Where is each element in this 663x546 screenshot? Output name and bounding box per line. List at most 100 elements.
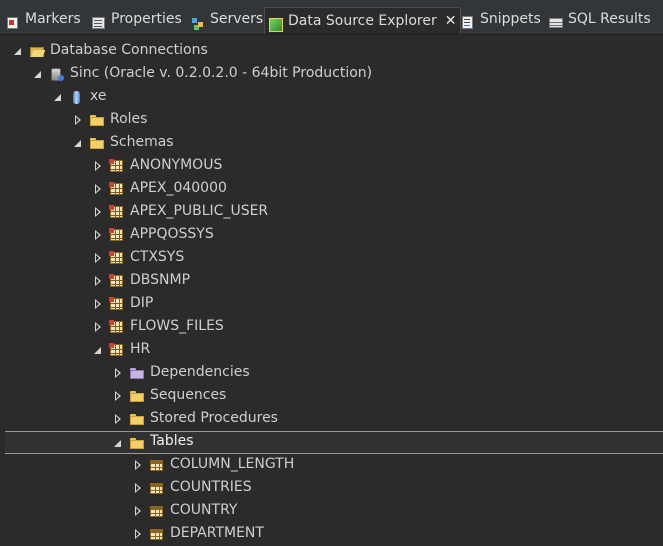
tree-item-schema[interactable]: ANONYMOUS <box>0 155 663 178</box>
tree-item-label: APEX_040000 <box>130 180 227 196</box>
data-source-explorer-icon <box>269 18 283 32</box>
collapsed-arrow-icon[interactable] <box>92 252 104 264</box>
tab-label: SQL Results <box>568 11 651 27</box>
collapsed-arrow-icon[interactable] <box>92 321 104 333</box>
tree-item-schema[interactable]: APPQOSSYS <box>0 224 663 247</box>
collapsed-arrow-icon[interactable] <box>92 160 104 172</box>
collapsed-arrow-icon[interactable] <box>92 183 104 195</box>
tree-item-dependencies[interactable]: Dependencies <box>0 362 663 385</box>
properties-icon <box>92 16 106 30</box>
schema-icon <box>109 297 125 312</box>
snippets-icon <box>461 16 475 30</box>
tab-properties[interactable]: Properties <box>92 9 182 29</box>
collapsed-arrow-icon[interactable] <box>132 505 144 517</box>
tree-item-label: ANONYMOUS <box>130 157 223 173</box>
folder-icon <box>89 113 105 128</box>
tab-sql-results[interactable]: SQL Results <box>549 9 651 29</box>
expanded-arrow-icon[interactable] <box>32 68 44 80</box>
tree-item-label: Dependencies <box>150 364 250 380</box>
tab-label: Properties <box>111 11 182 27</box>
view-tab-bar: Markers Properties Servers Data Source E… <box>0 0 663 35</box>
tree-item-label: DEPARTMENT <box>170 525 264 541</box>
collapsed-arrow-icon[interactable] <box>92 298 104 310</box>
tree-item-label: Sinc (Oracle v. 0.2.0.2.0 - 64bit Produc… <box>70 65 373 81</box>
collapsed-arrow-icon[interactable] <box>92 229 104 241</box>
tree-item-label: Stored Procedures <box>150 410 278 426</box>
schema-icon <box>109 159 125 174</box>
table-icon <box>149 527 165 542</box>
collapsed-arrow-icon[interactable] <box>92 206 104 218</box>
collapsed-arrow-icon[interactable] <box>92 275 104 287</box>
tree-item-schema[interactable]: APEX_040000 <box>0 178 663 201</box>
tree-item-schema[interactable]: FLOWS_FILES <box>0 316 663 339</box>
tree-item-database-connections[interactable]: Database Connections <box>0 40 663 63</box>
collapsed-arrow-icon[interactable] <box>132 459 144 471</box>
tree-item-label: COUNTRIES <box>170 479 252 495</box>
expanded-arrow-icon[interactable] <box>112 437 124 449</box>
tree-item-table[interactable]: COLUMN_LENGTH <box>0 454 663 477</box>
folder-icon <box>129 412 145 427</box>
tree-item-label: DIP <box>130 295 154 311</box>
schema-icon <box>109 320 125 335</box>
tree-item-label: APPQOSSYS <box>130 226 214 242</box>
collapsed-arrow-icon[interactable] <box>112 367 124 379</box>
close-icon[interactable]: ✕ <box>445 13 457 29</box>
tree-item-label: HR <box>130 341 151 357</box>
table-icon <box>149 458 165 473</box>
tree-item-table[interactable]: DEPARTMENT <box>0 523 663 546</box>
tree-item-label: COUNTRY <box>170 502 238 518</box>
tree-item-table[interactable]: COUNTRY <box>0 500 663 523</box>
schema-icon <box>109 228 125 243</box>
folder-icon <box>129 366 145 381</box>
schema-icon <box>109 182 125 197</box>
tab-label: Servers <box>210 11 264 27</box>
tree-item-tables[interactable]: Tables <box>5 431 663 454</box>
tab-data-source-explorer[interactable]: Data Source Explorer ✕ <box>264 7 462 34</box>
sql-results-icon <box>549 16 563 30</box>
tree-item-label: CTXSYS <box>130 249 185 265</box>
tree-item-stored-procedures[interactable]: Stored Procedures <box>0 408 663 431</box>
tree-item-roles[interactable]: Roles <box>0 109 663 132</box>
tree-item-table[interactable]: COUNTRIES <box>0 477 663 500</box>
markers-icon <box>6 16 20 30</box>
tree-item-sequences[interactable]: Sequences <box>0 385 663 408</box>
expanded-arrow-icon[interactable] <box>52 91 64 103</box>
expanded-arrow-icon[interactable] <box>12 45 24 57</box>
tab-servers[interactable]: Servers <box>191 9 263 29</box>
collapsed-arrow-icon[interactable] <box>112 413 124 425</box>
tree-item-label: Database Connections <box>50 42 208 58</box>
schema-icon <box>109 205 125 220</box>
tree-item-schema[interactable]: DBSNMP <box>0 270 663 293</box>
schema-icon <box>109 274 125 289</box>
connection-icon <box>49 67 65 82</box>
collapsed-arrow-icon[interactable] <box>132 528 144 540</box>
tree-item-connection[interactable]: Sinc (Oracle v. 0.2.0.2.0 - 64bit Produc… <box>0 63 663 86</box>
schema-icon <box>109 251 125 266</box>
table-icon <box>149 481 165 496</box>
tree-item-label: Tables <box>150 433 194 449</box>
tree-item-label: COLUMN_LENGTH <box>170 456 295 472</box>
tree-item-label: Schemas <box>110 134 174 150</box>
tree-item-schemas[interactable]: Schemas <box>0 132 663 155</box>
tab-markers[interactable]: Markers <box>6 9 81 29</box>
tree-item-label: DBSNMP <box>130 272 191 288</box>
collapsed-arrow-icon[interactable] <box>72 114 84 126</box>
table-icon <box>149 504 165 519</box>
tab-label: Snippets <box>480 11 541 27</box>
tab-snippets[interactable]: Snippets <box>461 9 541 29</box>
servers-icon <box>191 16 205 30</box>
tree-item-database[interactable]: xe <box>0 86 663 109</box>
tree-item-schema-hr[interactable]: HR <box>0 339 663 362</box>
tree-item-schema[interactable]: CTXSYS <box>0 247 663 270</box>
tree-item-label: Roles <box>110 111 148 127</box>
folder-icon <box>129 436 145 451</box>
tab-label: Data Source Explorer <box>288 13 437 29</box>
tree-item-schema[interactable]: DIP <box>0 293 663 316</box>
connection-tree: Database Connections Sinc (Oracle v. 0.2… <box>0 34 663 545</box>
expanded-arrow-icon[interactable] <box>92 344 104 356</box>
collapsed-arrow-icon[interactable] <box>112 390 124 402</box>
tree-item-label: xe <box>90 88 107 104</box>
expanded-arrow-icon[interactable] <box>72 137 84 149</box>
collapsed-arrow-icon[interactable] <box>132 482 144 494</box>
tree-item-schema[interactable]: APEX_PUBLIC_USER <box>0 201 663 224</box>
